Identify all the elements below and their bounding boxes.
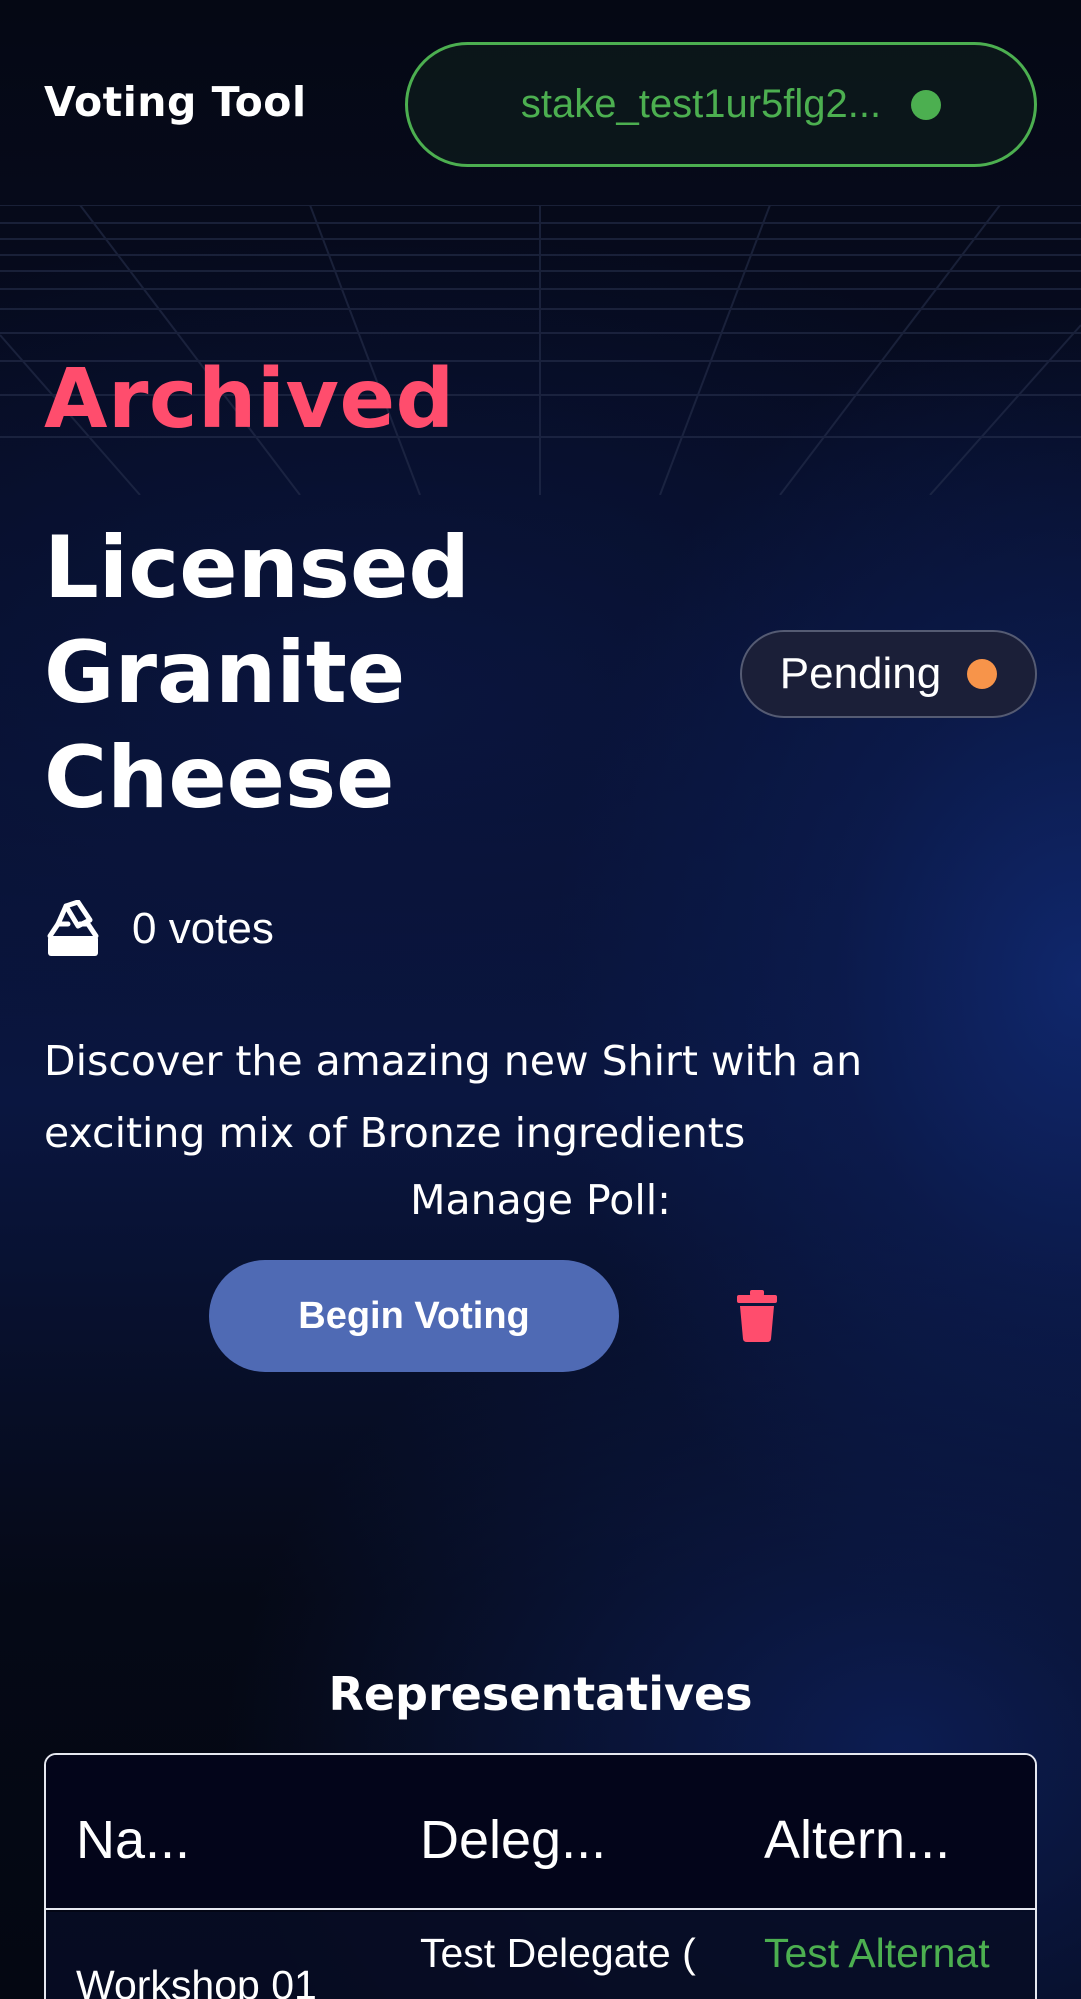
cell-name: Workshop 01 xyxy=(76,1962,317,1999)
poll-title-line: Licensed xyxy=(44,518,470,618)
poll-description-line: exciting mix of Bronze ingredients xyxy=(44,1109,746,1157)
app-title: Voting Tool xyxy=(44,78,307,126)
representatives-heading: Representatives xyxy=(328,1667,753,1721)
representatives-table: Na... Deleg... Altern... Workshop 01 Tes… xyxy=(44,1753,1037,1999)
poll-title: Licensed Granite Cheese xyxy=(44,516,604,831)
background-grid xyxy=(0,205,1081,495)
column-header-delegate[interactable]: Deleg... xyxy=(420,1809,606,1871)
table-row: Workshop 01 Test Delegate ( Test Alterna… xyxy=(46,1912,1035,1999)
wallet-address: stake_test1ur5flg2... xyxy=(520,82,882,126)
poll-state-badge: Pending xyxy=(740,630,1037,718)
page: Voting Tool stake_test1ur5flg2... Archiv… xyxy=(0,0,1081,1999)
column-header-name[interactable]: Na... xyxy=(76,1809,190,1871)
wallet-connected-indicator xyxy=(911,89,942,120)
trash-icon xyxy=(737,1290,777,1342)
votes-count: 0 votes xyxy=(132,904,274,953)
poll-description-line: Discover the amazing new Shirt with an xyxy=(44,1037,863,1085)
poll-state-dot xyxy=(967,659,998,689)
delete-poll-button[interactable] xyxy=(727,1286,787,1346)
cell-alternate-link[interactable]: Test Alternat xyxy=(764,1930,1035,1977)
manage-poll-label: Manage Poll: xyxy=(410,1176,671,1224)
cell-delegate: Test Delegate ( xyxy=(420,1930,696,1976)
poll-description: Discover the amazing new Shirt with an e… xyxy=(44,1025,1044,1169)
poll-title-line: Cheese xyxy=(44,728,395,828)
column-header-alternate[interactable]: Altern... xyxy=(764,1809,950,1871)
poll-title-line: Granite xyxy=(44,623,406,723)
app-header: Voting Tool stake_test1ur5flg2... xyxy=(0,0,1081,205)
wallet-connect-button[interactable]: stake_test1ur5flg2... xyxy=(405,42,1037,167)
poll-state-label: Pending xyxy=(779,649,942,698)
poll-status-heading: Archived xyxy=(44,352,455,447)
ballot-box-icon xyxy=(47,900,99,956)
votes-summary: 0 votes xyxy=(44,896,274,962)
begin-voting-button[interactable]: Begin Voting xyxy=(209,1260,619,1372)
table-header: Na... Deleg... Altern... xyxy=(46,1755,1035,1910)
